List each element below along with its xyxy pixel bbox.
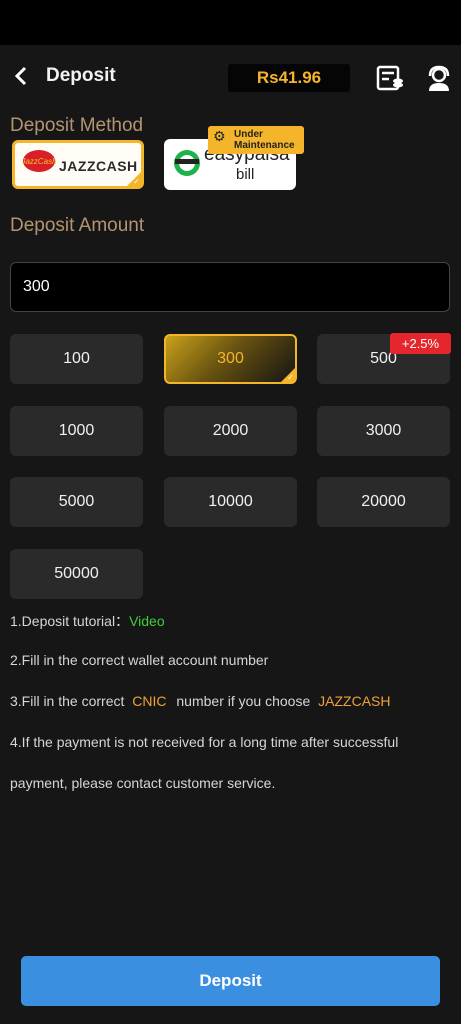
jazzcash-logo: JazzCash bbox=[22, 150, 56, 172]
gear-icon: ⚙ bbox=[213, 128, 226, 144]
amount-chip-2000[interactable]: 2000 bbox=[164, 406, 297, 456]
amount-chip-5000[interactable]: 5000 bbox=[10, 477, 143, 527]
jazzcash-option[interactable]: JazzCash JAZZCASH ✓ bbox=[12, 140, 144, 189]
amount-chip-1000[interactable]: 1000 bbox=[10, 406, 143, 456]
info-line-1: 1.Deposit tutorial：Video bbox=[10, 613, 165, 629]
info-line-3: 3.Fill in the correct CNIC number if you… bbox=[10, 693, 391, 709]
jazzcash-label: JAZZCASH bbox=[59, 158, 138, 174]
amount-chip-20000[interactable]: 20000 bbox=[317, 477, 450, 527]
status-bar bbox=[0, 0, 461, 45]
selected-check-icon: ✓ bbox=[281, 368, 295, 382]
deposit-method-label: Deposit Method bbox=[10, 115, 144, 136]
svg-text:JazzCash: JazzCash bbox=[22, 157, 56, 166]
video-tutorial-link[interactable]: Video bbox=[129, 613, 165, 629]
amount-chip-100[interactable]: 100 bbox=[10, 334, 143, 384]
amount-chip-300[interactable]: 300 ✓ bbox=[164, 334, 297, 384]
bonus-badge: +2.5% bbox=[390, 333, 451, 354]
easypaisa-logo-icon bbox=[174, 150, 200, 176]
info-line-5: payment, please contact customer service… bbox=[10, 775, 276, 791]
header: Deposit Rs41.96 bbox=[0, 45, 461, 107]
easypaisa-sub-label: bill bbox=[236, 166, 255, 183]
amount-input[interactable] bbox=[10, 262, 450, 312]
info-line-4: 4.If the payment is not received for a l… bbox=[10, 734, 399, 750]
back-arrow-icon[interactable] bbox=[8, 61, 34, 91]
info-line-2: 2.Fill in the correct wallet account num… bbox=[10, 652, 269, 668]
records-icon[interactable] bbox=[374, 62, 406, 94]
deposit-amount-label: Deposit Amount bbox=[10, 215, 145, 236]
amount-chip-50000[interactable]: 50000 bbox=[10, 549, 143, 599]
maintenance-badge: ⚙ Under Maintenance bbox=[208, 126, 304, 154]
balance-display: Rs41.96 bbox=[228, 64, 350, 92]
deposit-button[interactable]: Deposit bbox=[21, 956, 440, 1006]
page-title: Deposit bbox=[46, 65, 116, 86]
amount-chip-10000[interactable]: 10000 bbox=[164, 477, 297, 527]
customer-service-icon[interactable] bbox=[423, 62, 455, 94]
amount-chip-3000[interactable]: 3000 bbox=[317, 406, 450, 456]
selected-check-icon: ✓ bbox=[127, 172, 141, 186]
